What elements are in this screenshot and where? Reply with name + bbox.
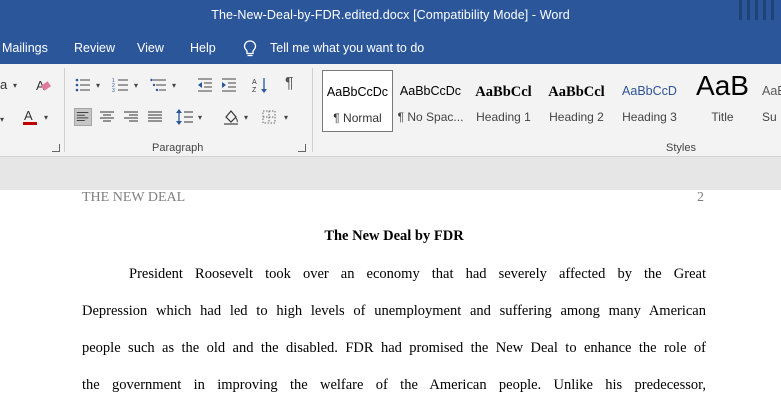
shading-icon[interactable] xyxy=(222,108,240,126)
paragraph-dialog-launcher-icon[interactable] xyxy=(298,144,306,152)
style-name: Heading 1 xyxy=(476,110,531,124)
chevron-down-icon[interactable]: ▾ xyxy=(134,81,138,90)
increase-indent-icon[interactable] xyxy=(220,76,238,94)
svg-text:3: 3 xyxy=(112,88,115,94)
chevron-down-icon[interactable]: ▾ xyxy=(13,81,17,90)
style-sample: AaBbCcD xyxy=(622,84,677,98)
style-sample: AaB xyxy=(696,70,749,101)
style-heading-2[interactable]: AaBbCcl Heading 2 xyxy=(541,70,612,132)
chevron-down-icon[interactable]: ▾ xyxy=(44,113,48,122)
ribbon-tabs: Mailings Review View Help Tell me what y… xyxy=(0,34,781,64)
chevron-down-icon[interactable]: ▾ xyxy=(198,113,202,122)
style-sample: AaB xyxy=(762,84,781,98)
page-number: 2 xyxy=(697,190,704,205)
document-page[interactable]: THE NEW DEAL 2 The New Deal by FDR Presi… xyxy=(0,190,781,405)
style-subtitle[interactable]: AaB Su xyxy=(760,70,781,132)
style-name: ¶ No Spac... xyxy=(397,110,464,124)
style-name: Title xyxy=(711,110,734,124)
align-right-icon[interactable] xyxy=(122,108,140,126)
align-center-icon[interactable] xyxy=(98,108,116,126)
document-title[interactable]: The New Deal by FDR xyxy=(82,228,706,245)
svg-text:A: A xyxy=(252,79,257,86)
multilevel-list-icon[interactable] xyxy=(150,76,168,94)
style-sample: AaBbCcl xyxy=(475,84,532,100)
borders-icon[interactable] xyxy=(260,108,278,126)
body-line[interactable]: people such as the old and the disabled.… xyxy=(82,340,706,357)
line-spacing-icon[interactable] xyxy=(176,108,194,126)
bullets-icon[interactable] xyxy=(74,76,92,94)
lightbulb-icon[interactable] xyxy=(243,40,257,58)
highlight-dropdown-icon[interactable]: ▾ xyxy=(0,110,18,128)
style-title[interactable]: AaB Title xyxy=(687,70,758,132)
svg-text:Z: Z xyxy=(252,87,257,94)
styles-gallery: AaBbCcDc ¶ Normal AaBbCcDc ¶ No Spac... … xyxy=(319,70,781,132)
style-normal[interactable]: AaBbCcDc ¶ Normal xyxy=(322,70,393,132)
title-bar-pattern xyxy=(737,0,781,34)
decrease-indent-icon[interactable] xyxy=(196,76,214,94)
align-left-icon[interactable] xyxy=(74,108,92,126)
style-sample: AaBbCcDc xyxy=(326,85,389,99)
styles-group-label: Styles xyxy=(666,142,696,154)
chevron-down-icon[interactable]: ▾ xyxy=(284,113,288,122)
group-separator xyxy=(64,68,65,152)
sort-icon[interactable]: AZ xyxy=(252,76,270,94)
font-dialog-launcher-icon[interactable] xyxy=(52,144,60,152)
style-name: Heading 3 xyxy=(622,110,677,124)
numbering-icon[interactable]: 123 xyxy=(112,76,130,94)
page-header-title: THE NEW DEAL xyxy=(82,190,186,205)
style-name: Su xyxy=(762,110,777,124)
svg-text:▾: ▾ xyxy=(0,115,4,124)
style-heading-3[interactable]: AaBbCcD Heading 3 xyxy=(614,70,685,132)
style-heading-1[interactable]: AaBbCcl Heading 1 xyxy=(468,70,539,132)
tab-help[interactable]: Help xyxy=(190,41,216,55)
style-no-spacing[interactable]: AaBbCcDc ¶ No Spac... xyxy=(395,70,466,132)
body-line[interactable]: Depression which had led to high levels … xyxy=(82,303,706,320)
tab-view[interactable]: View xyxy=(137,41,164,55)
chevron-down-icon[interactable]: ▾ xyxy=(244,113,248,122)
chevron-down-icon[interactable]: ▾ xyxy=(96,81,100,90)
window-title: The-New-Deal-by-FDR.edited.docx [Compati… xyxy=(211,8,570,22)
svg-text:A: A xyxy=(24,108,33,123)
font-color-icon[interactable]: A xyxy=(21,108,39,126)
style-sample: AaBbCcl xyxy=(548,84,605,100)
show-formatting-marks-icon[interactable]: ¶ xyxy=(285,75,294,93)
body-line[interactable]: the government in improving the welfare … xyxy=(82,377,706,394)
document-canvas-background xyxy=(0,157,781,190)
font-size-partial[interactable]: a xyxy=(0,77,7,92)
justify-icon[interactable] xyxy=(146,108,164,126)
group-separator xyxy=(312,68,313,152)
clear-formatting-icon[interactable]: A xyxy=(34,76,52,94)
tell-me-search[interactable]: Tell me what you want to do xyxy=(270,41,424,55)
style-name: ¶ Normal xyxy=(333,111,382,125)
style-name: Heading 2 xyxy=(549,110,604,124)
chevron-down-icon[interactable]: ▾ xyxy=(172,81,176,90)
tab-mailings[interactable]: Mailings xyxy=(2,41,48,55)
paragraph-group-label: Paragraph xyxy=(152,142,204,154)
tab-review[interactable]: Review xyxy=(74,41,115,55)
title-bar: The-New-Deal-by-FDR.edited.docx [Compati… xyxy=(0,0,781,34)
body-line[interactable]: President Roosevelt took over an economy… xyxy=(82,266,706,283)
ribbon: a ▾ A ▾ A ▾ ▾ 123 ▾ ▾ AZ ¶ ▾ ▾ ▾ Paragra… xyxy=(0,64,781,157)
style-sample: AaBbCcDc xyxy=(399,84,462,98)
